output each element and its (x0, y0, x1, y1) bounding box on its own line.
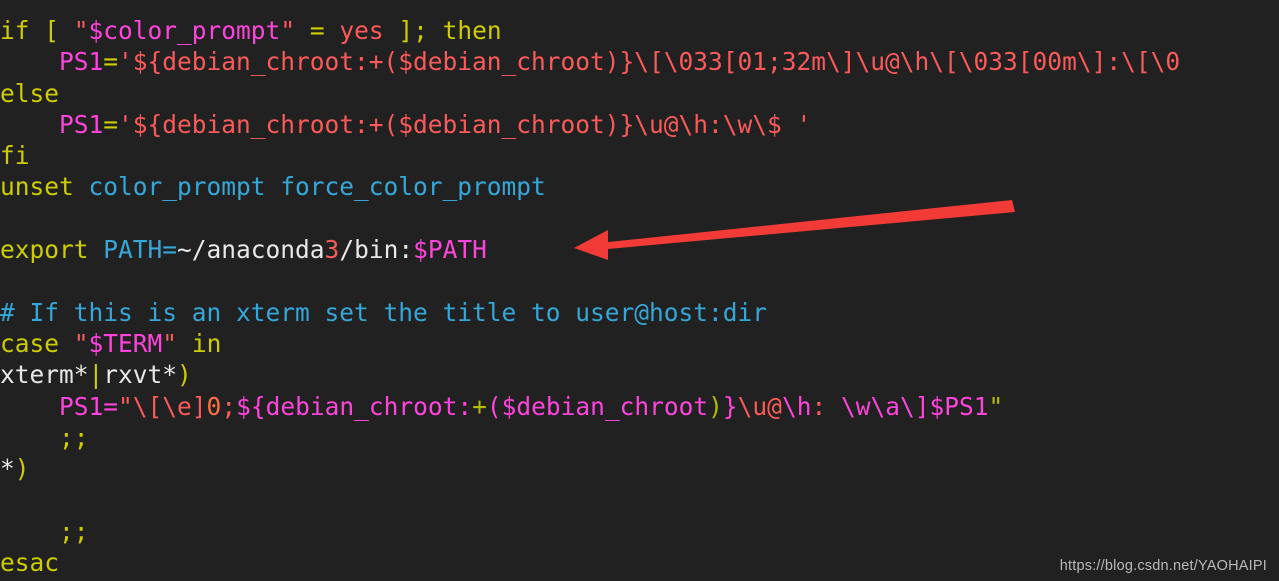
code-token: ~/anaconda (177, 235, 325, 265)
watermark-url: https://blog.csdn.net/YAOHAIPI (1059, 558, 1267, 574)
code-token: = (295, 16, 340, 45)
line-pattern-default: *) (0, 453, 1279, 484)
code-token: ) (177, 360, 192, 390)
code-token: " (280, 16, 296, 45)
code-token: color_prompt force_color_prompt (88, 172, 546, 202)
code-token: " (73, 16, 89, 45)
code-token: rxvt* (103, 360, 178, 390)
code-token: if (0, 16, 45, 45)
code-token: in (177, 328, 222, 358)
code-token: ) (708, 391, 723, 421)
code-token: $TERM (88, 328, 163, 358)
line-blank-2 (0, 265, 1279, 296)
line-ps1-title: PS1="\[\e]0;${debian_chroot:+($debian_ch… (0, 391, 1279, 422)
code-token: ${debian_chroot: (236, 391, 473, 421)
code-token: case (0, 328, 74, 358)
code-token: " (73, 328, 89, 358)
code-token: " (162, 328, 178, 358)
line-pattern-xterm: xterm*|rxvt*) (0, 359, 1279, 390)
code-token: '${debian_chroot:+($debian_chroot)}\[\03… (118, 47, 1181, 77)
code-token: : (811, 391, 827, 421)
code-token: \w\a\]$PS1 (826, 391, 989, 421)
code-token: fi (0, 141, 30, 171)
code-token: ;; (0, 422, 89, 452)
line-export-path: export PATH=~/anaconda3/bin:$PATH (0, 234, 1279, 265)
code-token: ; (221, 391, 237, 421)
code-token: ) (14, 454, 30, 484)
line-blank-1 (0, 203, 1279, 234)
line-comment-xterm: # If this is an xterm set the title to u… (0, 297, 1279, 328)
line-break-1: ;; (0, 422, 1279, 453)
code-token: " (988, 391, 1004, 421)
code-token: = (103, 47, 119, 77)
code-token: + (472, 391, 487, 421)
code-token: * (0, 454, 15, 484)
code-token: yes (339, 16, 384, 45)
code-token: = (103, 109, 119, 139)
code-token: export (0, 235, 104, 265)
code-token: ]; then (383, 16, 502, 45)
code-token: PS1= (59, 391, 119, 421)
code-token: $PATH (413, 235, 487, 265)
code-token: [ (44, 16, 74, 45)
line-blank-3 (0, 484, 1279, 515)
line-if-color-prompt: if [ "$color_prompt" = yes ]; then (0, 15, 1279, 46)
code-token: \h (781, 391, 812, 421)
code-token: '${debian_chroot:+($debian_chroot)}\u@\h… (118, 109, 812, 139)
code-token: PS1 (59, 109, 104, 139)
code-token: esac (0, 548, 60, 578)
code-token: 0 (206, 391, 222, 421)
code-token: "\[\e] (118, 391, 207, 421)
terminal-window: if [ "$color_prompt" = yes ]; then PS1='… (0, 0, 1279, 581)
code-token: 3 (324, 235, 340, 265)
code-token: \u (737, 391, 768, 421)
line-unset: unset color_prompt force_color_prompt (0, 171, 1279, 202)
code-token: /bin: (339, 235, 414, 265)
line-break-2: ;; (0, 516, 1279, 547)
code-token: xterm* (0, 360, 89, 390)
line-fi: fi (0, 140, 1279, 171)
code-token: else (0, 78, 60, 108)
code-token: PS1 (59, 47, 104, 77)
code-token: ;; (0, 516, 89, 546)
code-token: @ (767, 391, 782, 421)
code-token: | (88, 360, 104, 390)
code-token: $color_prompt (88, 16, 281, 45)
line-ps1-plain: PS1='${debian_chroot:+($debian_chroot)}\… (0, 109, 1279, 140)
line-else: else (0, 78, 1279, 109)
code-token: ($debian_chroot (486, 391, 709, 421)
code-token: PATH= (103, 235, 178, 265)
code-token: } (722, 391, 738, 421)
line-ps1-color: PS1='${debian_chroot:+($debian_chroot)}\… (0, 46, 1279, 77)
code-token: # If this is an xterm set the title to u… (0, 297, 768, 327)
code-token: unset (0, 172, 89, 202)
line-case-term: case "$TERM" in (0, 328, 1279, 359)
code-area[interactable]: if [ "$color_prompt" = yes ]; then PS1='… (0, 0, 1279, 581)
